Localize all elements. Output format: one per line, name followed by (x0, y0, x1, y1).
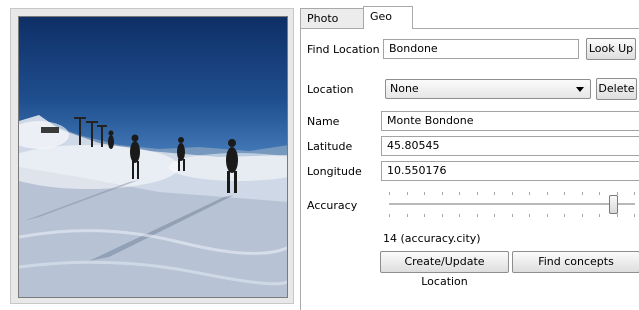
slider-thumb[interactable] (609, 195, 618, 214)
find-location-input[interactable]: Bondone (383, 39, 579, 59)
slider-tick (547, 214, 548, 217)
slider-tick (494, 192, 495, 195)
slider-tick (582, 192, 583, 195)
slider-tick (529, 192, 530, 195)
slider-tick (512, 214, 513, 217)
slider-tick (442, 192, 443, 195)
find-location-label: Find Location (307, 43, 380, 56)
slider-tick (389, 192, 390, 195)
name-input[interactable]: Monte Bondone (381, 111, 639, 131)
slider-tick (599, 214, 600, 217)
slider-tick (424, 192, 425, 195)
slider-tick (389, 214, 390, 217)
location-select-value: None (390, 82, 419, 95)
slider-tick (617, 214, 618, 217)
tab-geo[interactable]: Geo (363, 6, 413, 29)
look-up-button[interactable]: Look Up (586, 38, 636, 60)
photo-scene (19, 115, 287, 297)
slider-tick (564, 214, 565, 217)
accuracy-value-text: 14 (accuracy.city) (383, 232, 481, 245)
location-label: Location (307, 83, 354, 96)
slider-tick (512, 192, 513, 195)
longitude-input[interactable]: 10.550176 (381, 161, 639, 181)
slider-tick (407, 192, 408, 195)
slider-tick (477, 214, 478, 217)
location-select[interactable]: None (385, 79, 591, 99)
chevron-down-icon (576, 87, 584, 92)
slider-tick (634, 214, 635, 217)
photo-frame (10, 8, 294, 304)
slider-tick (459, 192, 460, 195)
tab-photo-info[interactable]: Photo Info (300, 8, 364, 44)
photo-preview (18, 16, 288, 298)
slider-tick (529, 214, 530, 217)
slider-tick (599, 192, 600, 195)
accuracy-slider[interactable] (389, 188, 635, 222)
find-concepts-button[interactable]: Find concepts (512, 251, 639, 273)
delete-button[interactable]: Delete (596, 78, 637, 100)
slider-tick (407, 214, 408, 217)
slider-tick (494, 214, 495, 217)
slider-track (389, 203, 635, 206)
create-update-location-button[interactable]: Create/Update Location (380, 251, 509, 288)
accuracy-label: Accuracy (307, 199, 358, 212)
slider-tick (424, 214, 425, 217)
slider-tick (564, 192, 565, 195)
longitude-label: Longitude (307, 165, 362, 178)
slider-tick (634, 192, 635, 195)
slider-tick (442, 214, 443, 217)
slider-tick (459, 214, 460, 217)
slider-tick (477, 192, 478, 195)
name-label: Name (307, 115, 340, 128)
slider-tick (582, 214, 583, 217)
latitude-input[interactable]: 45.80545 (381, 136, 639, 156)
slider-tick (547, 192, 548, 195)
latitude-label: Latitude (307, 140, 353, 153)
